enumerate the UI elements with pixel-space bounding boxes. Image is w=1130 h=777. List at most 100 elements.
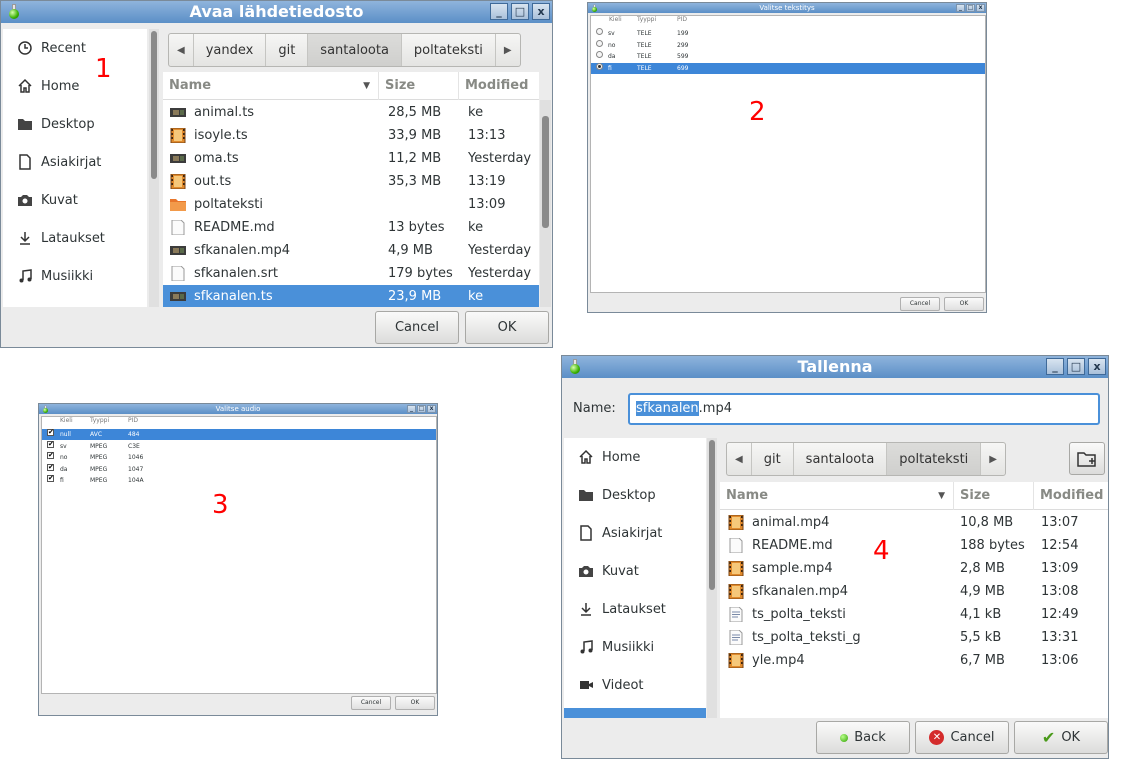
file-row[interactable]: sfkanalen.mp4 4,9 MB 13:08 [720, 580, 1108, 603]
path-back-arrow[interactable]: ◀ [169, 34, 194, 66]
sidebar-item-downloads[interactable]: Lataukset [564, 590, 706, 628]
column-modified[interactable]: Modified [1034, 482, 1108, 510]
cancel-button[interactable]: Cancel [900, 297, 940, 311]
track-row[interactable]: sv TELE 199 [591, 28, 985, 39]
file-row[interactable]: poltateksti 13:09 [163, 193, 539, 216]
file-row[interactable]: sample.mp4 2,8 MB 13:09 [720, 557, 1108, 580]
path-forward-arrow[interactable]: ▶ [496, 34, 520, 66]
track-row[interactable]: ✔ da MPEG 1047 [42, 463, 436, 475]
file-row[interactable]: oma.ts 11,2 MB Yesterday [163, 147, 539, 170]
track-row[interactable]: fi TELE 699 [591, 62, 985, 74]
file-row[interactable]: ts_polta_teksti 4,1 kB 12:49 [720, 603, 1108, 626]
sidebar-item-recent[interactable]: Recent [3, 29, 147, 67]
sidebar-item-desktop[interactable]: Desktop [564, 476, 706, 514]
track-row[interactable]: no TELE 299 [591, 39, 985, 51]
checkbox[interactable]: ✔ [47, 429, 54, 436]
sidebar-scrollbar[interactable] [149, 29, 159, 307]
title-bar[interactable]: Valitse audio _ □ x [39, 404, 437, 414]
track-row[interactable]: ✔ sv MPEG C3E [42, 440, 436, 452]
maximize-button[interactable]: □ [417, 405, 426, 413]
radio-button[interactable] [596, 39, 603, 47]
path-back-arrow[interactable]: ◀ [727, 443, 752, 475]
path-crumb[interactable]: yandex [194, 34, 267, 66]
column-name[interactable]: Name ▼ [163, 72, 379, 100]
checkbox[interactable]: ✔ [47, 452, 54, 459]
close-button[interactable]: x [976, 4, 985, 12]
radio-button[interactable] [596, 28, 603, 35]
file-row[interactable]: isoyle.ts 33,9 MB 13:13 [163, 124, 539, 147]
minimize-button[interactable]: _ [407, 405, 416, 413]
track-language: da [608, 53, 616, 60]
checkbox[interactable]: ✔ [47, 440, 54, 448]
cancel-button[interactable]: ✕ Cancel [915, 721, 1009, 754]
minimize-button[interactable]: _ [490, 3, 508, 20]
title-bar[interactable]: Tallenna _ □ x [562, 356, 1108, 378]
radio-button[interactable] [596, 51, 603, 58]
path-crumb[interactable]: git [266, 34, 309, 66]
ok-button[interactable]: OK [944, 297, 984, 311]
track-row[interactable]: ✔ no MPEG 1046 [42, 452, 436, 463]
sidebar-item-music[interactable]: Musiikki [3, 257, 147, 295]
sidebar-item-selected[interactable] [564, 708, 706, 718]
maximize-button[interactable]: □ [511, 3, 529, 20]
sidebar-item-videos[interactable]: Videot [564, 666, 706, 704]
sidebar-item-music[interactable]: Musiikki [564, 628, 706, 666]
close-button[interactable]: x [532, 3, 550, 20]
sidebar-item-home[interactable]: Home [3, 67, 147, 105]
sidebar-item-pictures[interactable]: Kuvat [3, 181, 147, 219]
track-row[interactable]: da TELE 599 [591, 51, 985, 62]
close-button[interactable]: x [1088, 358, 1106, 375]
track-row[interactable]: ✔ null AVC 484 [42, 429, 436, 440]
filename-input[interactable]: sfkanalen.mp4 [628, 393, 1100, 425]
file-row[interactable]: sfkanalen.ts 23,9 MB ke [163, 285, 539, 307]
sidebar-item-documents[interactable]: Asiakirjat [3, 143, 147, 181]
sidebar-item-home[interactable]: Home [564, 438, 706, 476]
file-row[interactable]: ts_polta_teksti_g 5,5 kB 13:31 [720, 626, 1108, 649]
checkbox[interactable]: ✔ [47, 475, 54, 482]
maximize-button[interactable]: □ [966, 4, 975, 12]
maximize-button[interactable]: □ [1067, 358, 1085, 375]
minimize-button[interactable]: _ [1046, 358, 1064, 375]
file-row[interactable]: animal.mp4 10,8 MB 13:07 [720, 511, 1108, 534]
cancel-button[interactable]: Cancel [351, 696, 391, 710]
path-crumb[interactable]: poltateksti [402, 34, 496, 66]
sidebar-item-desktop[interactable]: Desktop [3, 105, 147, 143]
path-forward-arrow[interactable]: ▶ [981, 443, 1005, 475]
ok-button[interactable]: ✔ OK [1014, 721, 1108, 754]
cancel-button[interactable]: Cancel [375, 311, 459, 344]
sidebar-scrollbar[interactable] [707, 438, 717, 718]
file-size: 10,8 MB [960, 515, 1014, 530]
file-row[interactable]: README.md 13 bytes ke [163, 216, 539, 239]
ok-button[interactable]: OK [395, 696, 435, 710]
back-button[interactable]: Back [816, 721, 910, 754]
track-pid: 199 [677, 30, 689, 37]
sidebar-item-downloads[interactable]: Lataukset [3, 219, 147, 257]
track-row[interactable]: ✔ fi MPEG 104A [42, 475, 436, 486]
minimize-button[interactable]: _ [956, 4, 965, 12]
file-row[interactable]: out.ts 35,3 MB 13:19 [163, 170, 539, 193]
checkbox[interactable]: ✔ [47, 463, 54, 471]
sidebar-item-pictures[interactable]: Kuvat [564, 552, 706, 590]
path-crumb-current[interactable]: poltateksti [887, 443, 982, 475]
new-folder-button[interactable] [1069, 442, 1105, 475]
column-modified[interactable]: Modified [459, 72, 539, 100]
column-size[interactable]: Size [379, 72, 459, 100]
file-row[interactable]: sfkanalen.mp4 4,9 MB Yesterday [163, 239, 539, 262]
path-crumb[interactable]: santaloota [794, 443, 888, 475]
title-bar[interactable]: Valitse tekstitys _ □ x [588, 3, 986, 13]
column-size[interactable]: Size [954, 482, 1034, 510]
path-crumb-current[interactable]: santaloota [308, 34, 402, 66]
file-row[interactable]: sfkanalen.srt 179 bytes Yesterday [163, 262, 539, 285]
file-row[interactable]: README.md 188 bytes 12:54 [720, 534, 1108, 557]
file-list-scrollbar[interactable] [540, 100, 551, 307]
sidebar-item-documents[interactable]: Asiakirjat [564, 514, 706, 552]
radio-button[interactable] [596, 62, 603, 70]
ok-button[interactable]: OK [465, 311, 549, 344]
file-row[interactable]: animal.ts 28,5 MB ke [163, 101, 539, 124]
column-name[interactable]: Name ▼ [720, 482, 954, 510]
close-button[interactable]: x [427, 405, 436, 413]
places-sidebar: Home Desktop Asiakirjat Kuvat Lataukset … [564, 438, 706, 718]
path-crumb[interactable]: git [752, 443, 794, 475]
file-row[interactable]: yle.mp4 6,7 MB 13:06 [720, 649, 1108, 672]
title-bar[interactable]: Avaa lähdetiedosto _ □ x [1, 1, 552, 23]
